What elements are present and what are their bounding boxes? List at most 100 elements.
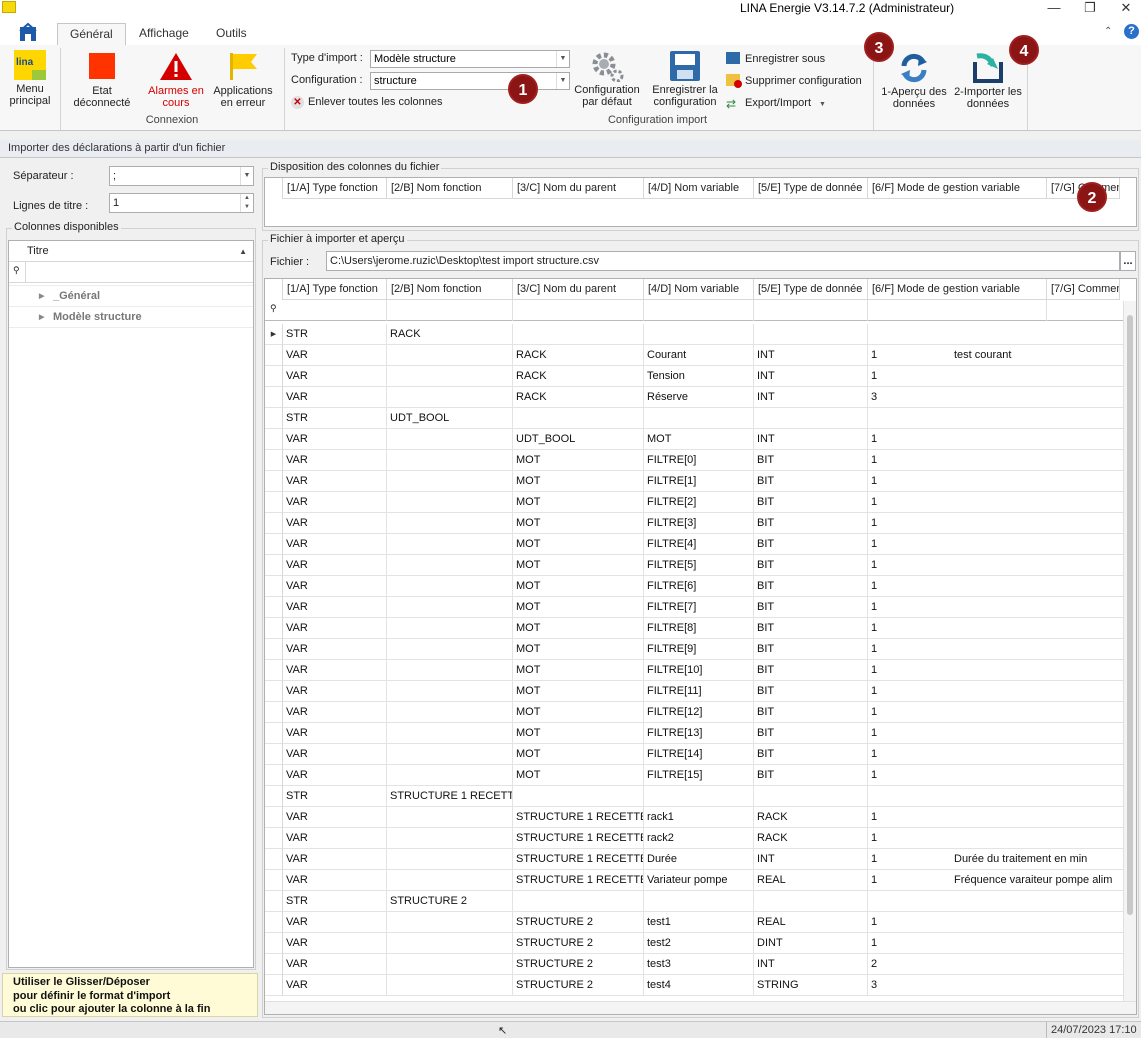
row-selector[interactable] bbox=[265, 408, 283, 429]
table-row[interactable]: VAR STRUCTURE 2 test2 DINT 1 bbox=[265, 933, 1125, 954]
row-selector[interactable] bbox=[265, 681, 283, 702]
filter-row[interactable]: ⚲ bbox=[9, 262, 253, 283]
table-row[interactable]: VAR MOT FILTRE[7] BIT 1 bbox=[265, 597, 1125, 618]
tree-node-modele-structure[interactable]: ▶ Modèle structure bbox=[9, 307, 253, 328]
column-header[interactable]: [2/B] Nom fonction bbox=[387, 279, 513, 300]
menu-principal-button[interactable]: lina Menu principal bbox=[4, 50, 56, 107]
row-selector[interactable]: ▶ bbox=[265, 324, 283, 345]
table-row[interactable]: VAR MOT FILTRE[10] BIT 1 bbox=[265, 660, 1125, 681]
row-selector[interactable] bbox=[265, 492, 283, 513]
file-path-input[interactable]: C:\Users\jerome.ruzic\Desktop\test impor… bbox=[326, 251, 1120, 271]
table-row[interactable]: VAR RACK Courant INT 1 test courant bbox=[265, 345, 1125, 366]
row-selector[interactable] bbox=[265, 849, 283, 870]
row-selector[interactable] bbox=[265, 702, 283, 723]
title-lines-spinner[interactable]: 1 ▲ ▼ bbox=[109, 193, 254, 213]
row-selector[interactable] bbox=[265, 891, 283, 912]
help-icon[interactable]: ? bbox=[1124, 24, 1139, 39]
row-selector[interactable] bbox=[265, 765, 283, 786]
table-row[interactable]: VAR STRUCTURE 1 RECETTE Durée INT 1 Durée du … bbox=[265, 849, 1125, 870]
row-selector[interactable] bbox=[265, 597, 283, 618]
table-row[interactable]: ▶ STR RACK bbox=[265, 324, 1125, 345]
table-row[interactable]: VAR STRUCTURE 1 RECETTE Variateur pompe REA… bbox=[265, 870, 1125, 891]
column-header[interactable]: [1/A] Type fonction bbox=[283, 178, 387, 199]
row-selector[interactable] bbox=[265, 513, 283, 534]
row-selector[interactable] bbox=[265, 555, 283, 576]
column-header[interactable]: [6/F] Mode de gestion variable bbox=[868, 279, 1047, 300]
type-import-select[interactable]: Modèle structure ▼ bbox=[370, 50, 570, 68]
scrollbar-thumb[interactable] bbox=[1127, 315, 1133, 915]
close-icon[interactable]: ✕ bbox=[1113, 0, 1139, 18]
restore-icon[interactable]: ❐ bbox=[1077, 0, 1103, 18]
horizontal-scrollbar[interactable] bbox=[265, 1001, 1136, 1014]
row-selector[interactable] bbox=[265, 723, 283, 744]
tab-affichage[interactable]: Affichage bbox=[127, 23, 201, 46]
table-row[interactable]: VAR RACK Tension INT 1 bbox=[265, 366, 1125, 387]
column-header[interactable]: [6/F] Mode de gestion variable bbox=[868, 178, 1047, 199]
minimize-icon[interactable]: — bbox=[1041, 0, 1067, 18]
table-row[interactable]: VAR STRUCTURE 1 RECETTE rack1 RACK 1 bbox=[265, 807, 1125, 828]
column-header[interactable]: [5/E] Type de donnée bbox=[754, 178, 868, 199]
column-header[interactable]: [4/D] Nom variable bbox=[644, 178, 754, 199]
row-selector[interactable] bbox=[265, 429, 283, 450]
row-selector[interactable] bbox=[265, 975, 283, 996]
table-row[interactable]: STR STRUCTURE 1 RECETTE bbox=[265, 786, 1125, 807]
table-row[interactable]: VAR MOT FILTRE[11] BIT 1 bbox=[265, 681, 1125, 702]
table-row[interactable]: VAR MOT FILTRE[0] BIT 1 bbox=[265, 450, 1125, 471]
row-selector[interactable] bbox=[265, 450, 283, 471]
table-row[interactable]: VAR MOT FILTRE[9] BIT 1 bbox=[265, 639, 1125, 660]
column-header[interactable]: [7/G] Commentaire bbox=[1047, 279, 1120, 300]
column-header[interactable]: [3/C] Nom du parent bbox=[513, 279, 644, 300]
table-row[interactable]: VAR MOT FILTRE[1] BIT 1 bbox=[265, 471, 1125, 492]
table-row[interactable]: VAR MOT FILTRE[3] BIT 1 bbox=[265, 513, 1125, 534]
table-row[interactable]: VAR MOT FILTRE[15] BIT 1 bbox=[265, 765, 1125, 786]
titre-column-header[interactable]: Titre ▲ bbox=[9, 241, 253, 262]
table-row[interactable]: VAR RACK Réserve INT 3 bbox=[265, 387, 1125, 408]
configuration-select[interactable]: structure ▼ bbox=[370, 72, 570, 90]
filter-row[interactable]: ⚲ bbox=[265, 300, 1125, 321]
table-row[interactable]: VAR MOT FILTRE[13] BIT 1 bbox=[265, 723, 1125, 744]
collapse-ribbon-icon[interactable]: ⌃ bbox=[1104, 26, 1112, 37]
browse-button[interactable]: ... bbox=[1120, 251, 1136, 271]
row-selector[interactable] bbox=[265, 366, 283, 387]
tab-general[interactable]: Général bbox=[57, 23, 126, 47]
vertical-scrollbar[interactable] bbox=[1123, 301, 1136, 1001]
table-row[interactable]: VAR STRUCTURE 2 test3 INT 2 bbox=[265, 954, 1125, 975]
column-header[interactable]: [2/B] Nom fonction bbox=[387, 178, 513, 199]
save-config-button[interactable]: Enregistrer la configuration bbox=[647, 50, 723, 108]
row-selector[interactable] bbox=[265, 807, 283, 828]
row-selector[interactable] bbox=[265, 576, 283, 597]
apercu-button[interactable]: 1-Aperçu des données bbox=[876, 52, 952, 110]
remove-columns-button[interactable]: ✕ Enlever toutes les colonnes bbox=[291, 95, 443, 109]
row-selector[interactable] bbox=[265, 660, 283, 681]
table-row[interactable]: VAR UDT_BOOL MOT INT 1 bbox=[265, 429, 1125, 450]
row-selector[interactable] bbox=[265, 345, 283, 366]
table-row[interactable]: VAR MOT FILTRE[2] BIT 1 bbox=[265, 492, 1125, 513]
row-selector[interactable] bbox=[265, 534, 283, 555]
delete-config-button[interactable]: Supprimer configuration bbox=[726, 74, 862, 88]
table-row[interactable]: VAR MOT FILTRE[5] BIT 1 bbox=[265, 555, 1125, 576]
alarmes-button[interactable]: Alarmes en cours bbox=[140, 51, 212, 109]
table-row[interactable]: VAR STRUCTURE 1 RECETTE rack2 RACK 1 bbox=[265, 828, 1125, 849]
row-selector[interactable] bbox=[265, 954, 283, 975]
save-as-button[interactable]: Enregistrer sous bbox=[726, 52, 825, 66]
row-selector[interactable] bbox=[265, 870, 283, 891]
table-row[interactable]: VAR STRUCTURE 2 test4 STRING 3 bbox=[265, 975, 1125, 996]
column-header[interactable]: [4/D] Nom variable bbox=[644, 279, 754, 300]
table-row[interactable]: VAR MOT FILTRE[12] BIT 1 bbox=[265, 702, 1125, 723]
table-row[interactable]: VAR STRUCTURE 2 test1 REAL 1 bbox=[265, 912, 1125, 933]
row-selector[interactable] bbox=[265, 912, 283, 933]
column-header[interactable]: [1/A] Type fonction bbox=[283, 279, 387, 300]
table-row[interactable]: STR UDT_BOOL bbox=[265, 408, 1125, 429]
applications-button[interactable]: Applications en erreur bbox=[210, 51, 276, 109]
tab-outils[interactable]: Outils bbox=[204, 23, 259, 46]
row-selector[interactable] bbox=[265, 786, 283, 807]
export-import-button[interactable]: ⇄ Export/Import ▼ bbox=[726, 96, 826, 112]
table-row[interactable]: VAR MOT FILTRE[14] BIT 1 bbox=[265, 744, 1125, 765]
row-selector[interactable] bbox=[265, 828, 283, 849]
table-row[interactable]: STR STRUCTURE 2 bbox=[265, 891, 1125, 912]
config-default-button[interactable]: Configuration par défaut bbox=[572, 50, 642, 108]
column-header[interactable]: [3/C] Nom du parent bbox=[513, 178, 644, 199]
table-row[interactable]: VAR MOT FILTRE[8] BIT 1 bbox=[265, 618, 1125, 639]
row-selector[interactable] bbox=[265, 744, 283, 765]
tree-node-general[interactable]: ▶ _Général bbox=[9, 286, 253, 307]
